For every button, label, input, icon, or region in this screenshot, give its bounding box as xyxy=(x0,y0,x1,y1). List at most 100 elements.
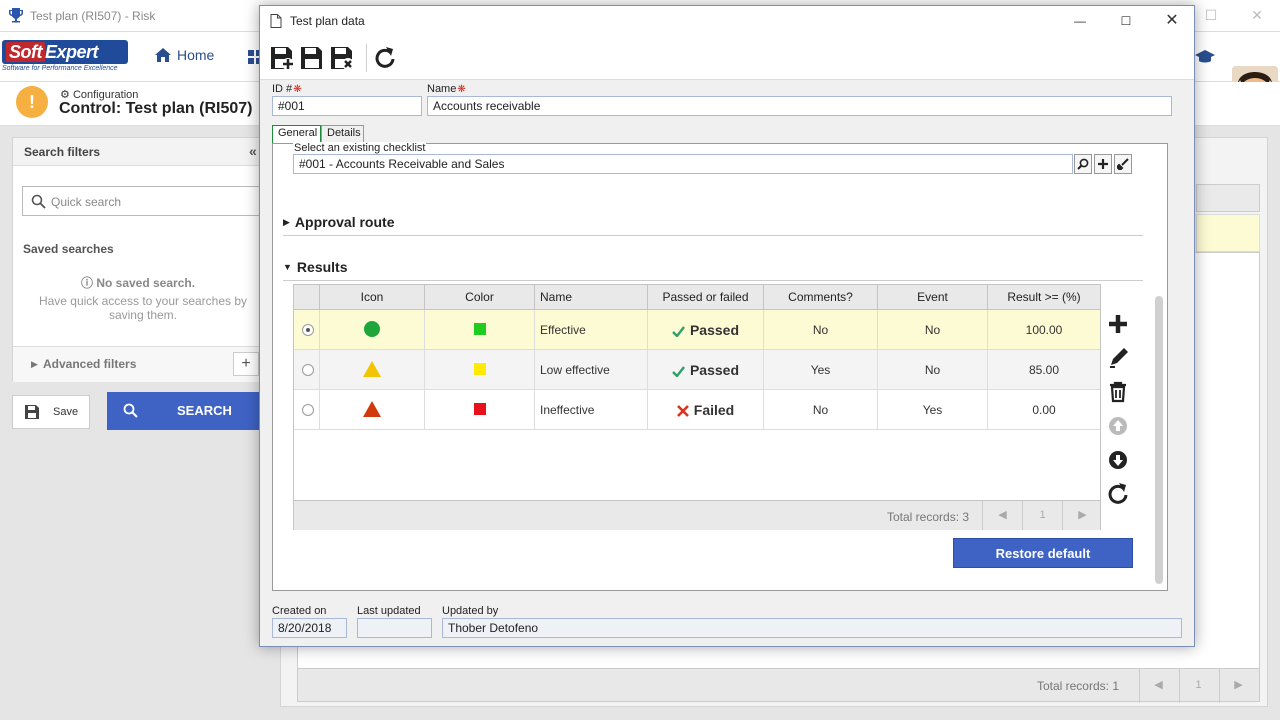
row-event: Yes xyxy=(878,390,988,430)
main-grid-selected-row[interactable] xyxy=(1196,214,1260,252)
panel-scrollbar[interactable] xyxy=(1155,296,1163,584)
page-number: 1 xyxy=(1022,501,1062,530)
dialog-toolbar xyxy=(260,36,1194,80)
caret-right-icon: ▶ xyxy=(31,359,38,369)
table-row[interactable]: Ineffective Failed No Yes 0.00 xyxy=(294,390,1100,430)
close-button[interactable]: ✕ xyxy=(1149,6,1195,36)
eraser-icon xyxy=(1117,158,1129,170)
column-header[interactable]: Event xyxy=(878,285,988,310)
magnifier-icon xyxy=(1077,158,1089,170)
search-icon xyxy=(31,194,46,209)
next-page-button[interactable]: ▶ xyxy=(1062,501,1102,530)
logo-tagline: Software for Performance Excellence xyxy=(2,65,118,72)
dialog-title: Test plan data xyxy=(290,14,365,28)
prev-page-button[interactable]: ◀ xyxy=(982,501,1022,530)
collapse-icon[interactable]: « xyxy=(249,143,257,159)
column-header[interactable]: Color xyxy=(425,285,535,310)
delete-row-icon[interactable] xyxy=(1102,376,1134,408)
id-input[interactable]: #001 xyxy=(272,96,422,116)
row-event: No xyxy=(878,310,988,350)
row-color-cell xyxy=(425,310,535,350)
graduation-cap-icon[interactable] xyxy=(1195,50,1215,64)
row-event: No xyxy=(878,350,988,390)
reset-icon[interactable] xyxy=(1102,478,1134,510)
add-row-icon[interactable] xyxy=(1102,308,1134,340)
color-swatch xyxy=(473,363,486,375)
results-total-records: Total records: 3 xyxy=(887,510,970,524)
main-grid-footer: Total records: 1 ◀ 1 ▶ xyxy=(297,668,1260,703)
general-tab-panel: Select an existing checklist #001 - Acco… xyxy=(272,142,1168,591)
search-button[interactable]: SEARCH xyxy=(107,392,264,430)
column-select xyxy=(294,285,320,310)
results-grid-footer: Total records: 3 ◀ 1 ▶ xyxy=(294,500,1100,530)
approval-route-section[interactable]: ▶ Approval route xyxy=(283,214,1143,236)
row-status: Passed xyxy=(648,310,764,350)
checklist-add-button[interactable] xyxy=(1094,154,1112,174)
row-result: 0.00 xyxy=(1032,403,1056,417)
row-color-cell xyxy=(425,390,535,430)
row-radio[interactable] xyxy=(302,404,314,416)
no-saved-search-text: ⓘ No saved search. xyxy=(80,276,196,290)
row-icon-cell xyxy=(320,350,425,390)
edit-row-icon[interactable] xyxy=(1102,342,1134,374)
save-close-button[interactable] xyxy=(328,44,356,72)
row-color-cell xyxy=(425,350,535,390)
column-header[interactable]: Result >= (%) xyxy=(988,285,1100,310)
advanced-filters-toggle[interactable]: ▶ Advanced filters + xyxy=(13,346,263,382)
row-name: Low effective xyxy=(535,350,648,390)
row-result: 85.00 xyxy=(1028,363,1060,377)
column-header[interactable]: Icon xyxy=(320,285,425,310)
column-header[interactable]: Name xyxy=(535,285,648,310)
results-section[interactable]: ▼ Results xyxy=(283,259,1143,281)
column-header[interactable]: Passed or failed xyxy=(648,285,764,310)
caret-down-icon: ▼ xyxy=(283,262,292,272)
table-row[interactable]: Effective Passed No No 100.00 xyxy=(294,310,1100,350)
test-plan-dialog: Test plan data — ☐ ✕ ID #❋ #001 Name❋ Ac… xyxy=(259,5,1195,647)
row-radio[interactable] xyxy=(302,324,314,336)
move-down-icon[interactable] xyxy=(1102,444,1134,476)
trophy-icon xyxy=(9,8,23,23)
checklist-clear-button[interactable] xyxy=(1114,154,1132,174)
required-icon: ❋ xyxy=(293,84,302,95)
restore-default-button[interactable]: Restore default xyxy=(953,538,1133,568)
prev-page-button[interactable]: ◀ xyxy=(1139,669,1177,703)
maximize-button[interactable]: ☐ xyxy=(1103,6,1149,36)
row-select[interactable] xyxy=(294,390,320,430)
save-search-button[interactable]: Save xyxy=(12,395,90,429)
saved-search-help: Have quick access to your searches by sa… xyxy=(38,294,248,322)
move-up-icon[interactable] xyxy=(1102,410,1134,442)
updated-by-label: Updated by xyxy=(442,605,499,617)
last-updated-label: Last updated xyxy=(357,605,421,617)
add-filter-button[interactable]: + xyxy=(233,352,259,376)
row-select[interactable] xyxy=(294,310,320,350)
next-page-button[interactable]: ▶ xyxy=(1219,669,1257,703)
search-filters-panel: Search filters « Quick search Saved searc… xyxy=(12,137,266,382)
check-icon xyxy=(672,366,685,378)
row-name: Ineffective xyxy=(535,390,648,430)
column-header[interactable]: Comments? xyxy=(764,285,878,310)
page-title: Control: Test plan (RI507) xyxy=(59,100,253,117)
nav-home-link[interactable]: Home xyxy=(155,47,214,63)
name-input[interactable]: Accounts receivable xyxy=(427,96,1172,116)
checklist-label: Select an existing checklist xyxy=(293,142,427,154)
table-row[interactable]: Low effective Passed Yes No 85.00 xyxy=(294,350,1100,390)
softexpert-logo: Soft Expert Software for Performance Exce… xyxy=(2,40,130,76)
refresh-button[interactable] xyxy=(370,44,398,72)
row-status: Passed xyxy=(648,350,764,390)
color-swatch xyxy=(473,323,486,335)
plus-icon xyxy=(1098,159,1108,169)
checklist-input[interactable]: #001 - Accounts Receivable and Sales xyxy=(293,154,1073,174)
checklist-search-button[interactable] xyxy=(1074,154,1092,174)
save-new-button[interactable] xyxy=(268,44,296,72)
save-icon xyxy=(25,405,39,419)
row-radio[interactable] xyxy=(302,364,314,376)
tab-general[interactable]: General xyxy=(272,125,321,143)
tab-details[interactable]: Details xyxy=(321,125,364,143)
app-maximize-button[interactable]: ☐ xyxy=(1202,6,1220,24)
results-grid-header: Icon Color Name Passed or failed Comment… xyxy=(294,285,1100,310)
save-button[interactable] xyxy=(298,44,326,72)
minimize-button[interactable]: — xyxy=(1057,6,1103,36)
row-select[interactable] xyxy=(294,350,320,390)
app-close-button[interactable]: ✕ xyxy=(1248,6,1266,24)
quick-search-input[interactable]: Quick search xyxy=(22,186,266,216)
